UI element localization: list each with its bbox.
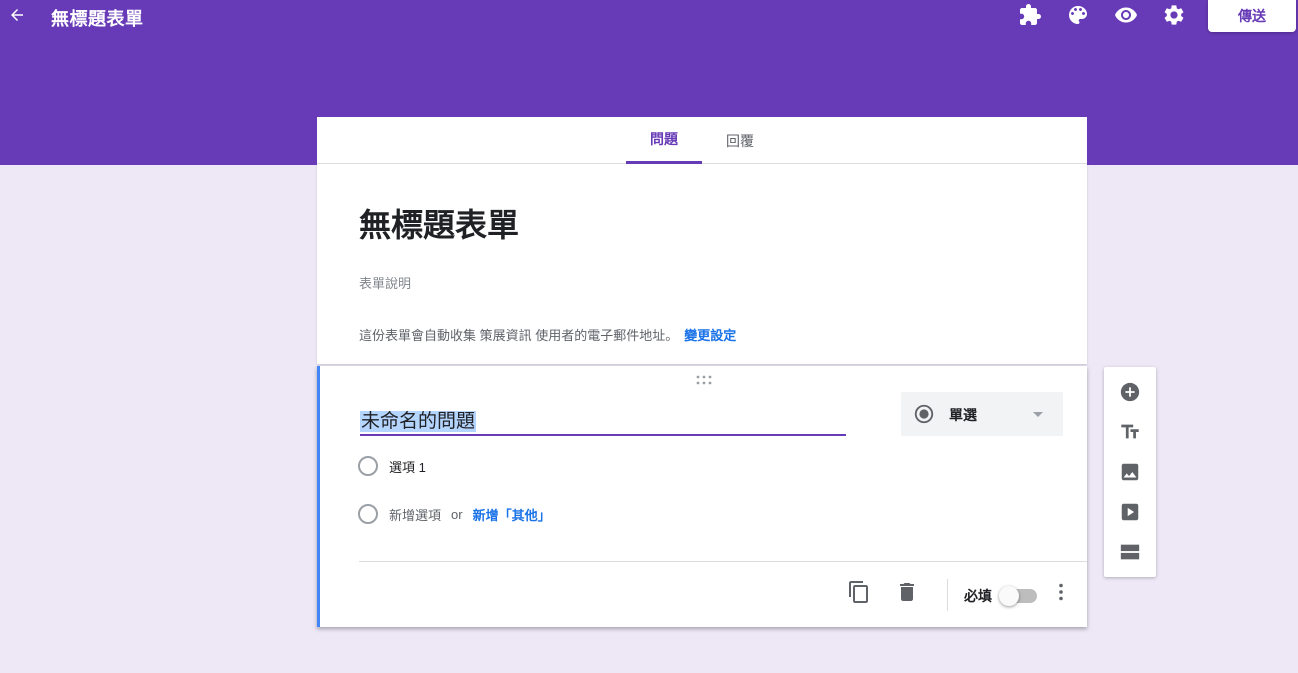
add-option-row: 新增選項 or 新增「其他」 [358, 501, 551, 527]
dropdown-arrow-icon [1033, 412, 1043, 417]
duplicate-icon[interactable] [846, 579, 872, 605]
drag-handle-icon[interactable] [696, 372, 712, 385]
image-icon[interactable] [1117, 459, 1143, 485]
required-toggle[interactable] [999, 586, 1037, 606]
form-description-field[interactable]: 表單說明 [359, 273, 411, 292]
palette-icon[interactable] [1065, 2, 1091, 28]
add-other-link[interactable]: 新增「其他」 [473, 505, 551, 524]
toggle-knob [999, 586, 1019, 606]
addon-puzzle-icon[interactable] [1017, 2, 1043, 28]
tabs-bar: 問題 回覆 [317, 117, 1087, 164]
required-label: 必填 [964, 588, 992, 604]
option-row[interactable]: 選項 1 [358, 453, 426, 479]
email-collect-note: 這份表單會自動收集 策展資訊 使用者的電子郵件地址。 變更設定 [359, 325, 736, 344]
tab-responses[interactable]: 回覆 [702, 117, 778, 164]
email-collect-text: 這份表單會自動收集 策展資訊 使用者的電子郵件地址。 [359, 328, 679, 343]
back-arrow-icon[interactable] [4, 2, 30, 28]
title-text-icon[interactable] [1117, 419, 1143, 445]
more-options-icon[interactable] [1048, 579, 1074, 605]
question-title-input[interactable]: 未命名的問題 [360, 406, 846, 436]
video-icon[interactable] [1117, 499, 1143, 525]
add-option-button[interactable]: 新增選項 [389, 505, 441, 524]
question-title-text: 未命名的問題 [360, 411, 477, 432]
app-title[interactable]: 無標題表單 [51, 5, 144, 31]
side-toolbar [1104, 367, 1156, 577]
form-title[interactable]: 無標題表單 [359, 200, 519, 246]
preview-eye-icon[interactable] [1113, 2, 1139, 28]
add-question-icon[interactable] [1117, 379, 1143, 405]
question-type-label: 單選 [949, 407, 977, 423]
question-type-dropdown[interactable]: 單選 [901, 392, 1063, 436]
footer-divider [359, 561, 1087, 562]
change-settings-link[interactable]: 變更設定 [684, 328, 736, 343]
footer-vertical-divider [947, 579, 948, 611]
tab-questions[interactable]: 問題 [626, 117, 702, 164]
or-text: or [451, 506, 463, 522]
delete-trash-icon[interactable] [894, 579, 920, 605]
radio-checked-icon [914, 404, 934, 424]
option-label[interactable]: 選項 1 [389, 457, 426, 476]
top-bar: 無標題表單 傳送 [0, 0, 1298, 34]
radio-icon [358, 456, 378, 476]
question-card[interactable]: 未命名的問題 單選 選項 1 新增選項 or 新增「其他」 必填 [317, 366, 1087, 627]
radio-icon [358, 504, 378, 524]
settings-gear-icon[interactable] [1161, 2, 1187, 28]
form-header-card: 無標題表單 表單說明 這份表單會自動收集 策展資訊 使用者的電子郵件地址。 變更設… [317, 164, 1087, 364]
send-button[interactable]: 傳送 [1208, 0, 1296, 32]
section-icon[interactable] [1117, 539, 1143, 565]
